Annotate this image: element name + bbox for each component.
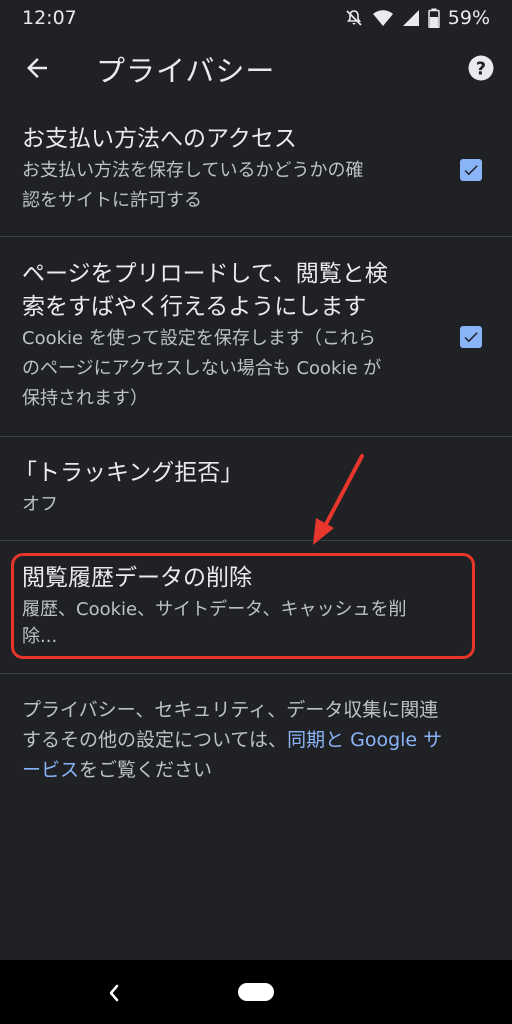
nav-back-icon[interactable]: [104, 981, 124, 1005]
setting-title: ページをプリロードして、閲覧と検: [22, 261, 388, 287]
setting-do-not-track[interactable]: 「トラッキング拒否」 オフ: [0, 457, 512, 520]
setting-title: 索をすばやく行えるようにします: [22, 294, 367, 320]
setting-subtitle: お支払い方法を保存しているかどうかの確: [22, 160, 364, 181]
sync-google-services-link[interactable]: ービス: [22, 759, 79, 781]
setting-subtitle: 保持されます）: [22, 388, 148, 409]
help-icon[interactable]: ?: [466, 53, 496, 83]
status-icons: 59%: [344, 7, 490, 29]
divider: [0, 436, 512, 437]
footer-text: をご覧ください: [79, 759, 213, 781]
footer-line: プライバシー、セキュリティ、データ収集に関連: [22, 699, 439, 721]
nav-home-button[interactable]: [238, 983, 274, 1001]
setting-title: お支払い方法へのアクセス: [22, 126, 297, 152]
payment-access-checkbox[interactable]: [460, 159, 482, 181]
check-icon: [464, 332, 478, 343]
check-icon: [464, 165, 478, 176]
setting-preload-pages[interactable]: ページをプリロードして、閲覧と検 索をすばやく行えるようにします Cookie …: [0, 258, 512, 414]
setting-subtitle: のページにアクセスしない場合も Cookie が: [22, 358, 382, 379]
status-time: 12:07: [22, 7, 77, 29]
battery-percent: 59%: [447, 7, 490, 29]
footer-line: ービスをご覧ください: [22, 755, 492, 785]
setting-subtitle: 認をサイトに許可する: [22, 190, 202, 211]
app-bar: プライバシー ?: [0, 36, 512, 100]
wifi-icon: [372, 10, 393, 26]
annotation-arrow-icon: [313, 454, 364, 545]
preload-pages-checkbox[interactable]: [460, 326, 482, 348]
footer-line: するその他の設定については、同期と Google サ: [22, 725, 492, 755]
battery-icon: [428, 8, 440, 28]
annotation-highlight: [11, 553, 475, 659]
svg-text:?: ?: [476, 59, 486, 79]
sync-google-services-link[interactable]: 同期と Google サ: [287, 729, 442, 751]
back-arrow-icon[interactable]: [22, 53, 52, 83]
footer-info: プライバシー、セキュリティ、データ収集に関連 するその他の設定については、同期と…: [22, 695, 492, 785]
signal-icon: [402, 10, 419, 26]
divider: [0, 236, 512, 237]
silent-icon: [346, 10, 362, 26]
page-title: プライバシー: [96, 54, 276, 88]
divider: [0, 540, 512, 541]
divider: [0, 673, 512, 674]
footer-text: するその他の設定については、: [22, 729, 288, 751]
setting-subtitle: Cookie を使って設定を保存します（これら: [22, 328, 376, 349]
setting-payment-access[interactable]: お支払い方法へのアクセス お支払い方法を保存しているかどうかの確 認をサイトに許…: [0, 123, 512, 216]
setting-title: 「トラッキング拒否」: [14, 460, 244, 486]
setting-subtitle: オフ: [22, 494, 58, 515]
status-bar: 12:07 59%: [0, 0, 512, 36]
